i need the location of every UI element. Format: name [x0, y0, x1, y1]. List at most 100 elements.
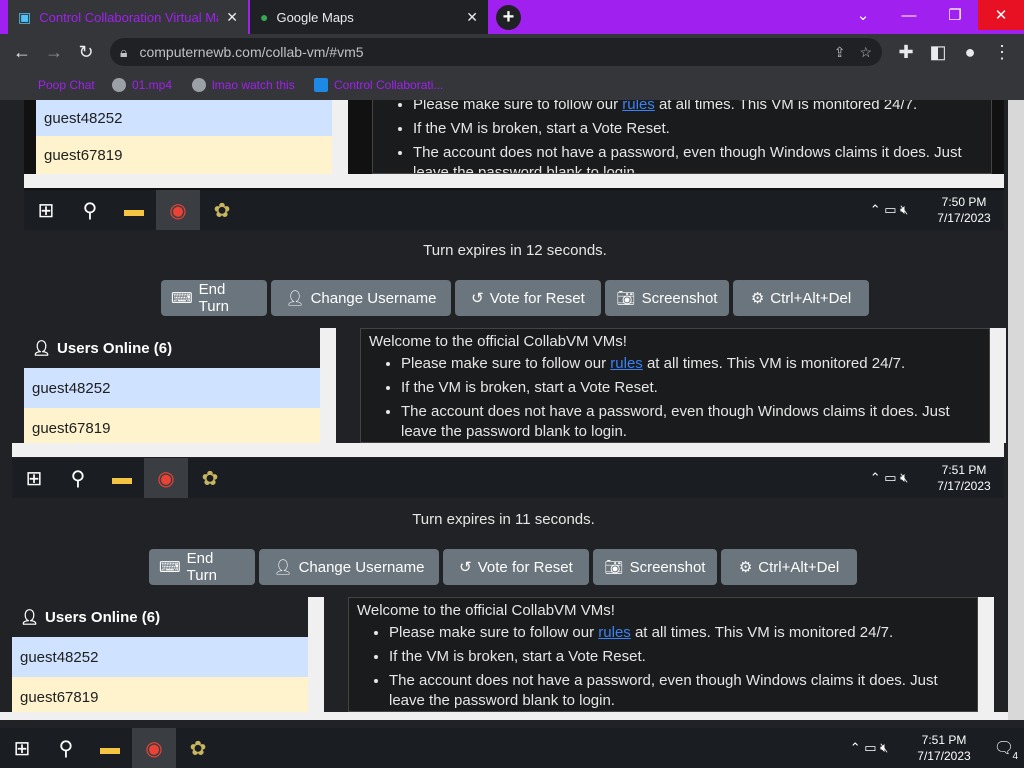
- rules-link[interactable]: rules: [622, 100, 655, 113]
- turn-status: Turn expires in 11 seconds.: [412, 511, 595, 528]
- ctrl-alt-del-button[interactable]: ⚙ Ctrl+Alt+Del: [733, 280, 869, 316]
- end-turn-button[interactable]: ⌨ End Turn: [149, 549, 255, 585]
- bookmark-item[interactable]: lmao watch this: [192, 70, 295, 100]
- user-row[interactable]: guest67819: [36, 136, 332, 174]
- user-row[interactable]: guest67819: [12, 677, 308, 712]
- close-window-button[interactable]: ✕: [978, 0, 1024, 30]
- bookmark-item[interactable]: 01.mp4: [112, 70, 172, 100]
- user-icon: 👤︎: [285, 290, 305, 307]
- horizontal-scrollbar[interactable]: [0, 712, 1008, 720]
- chat-welcome: Welcome to the official CollabVM VMs!: [369, 333, 627, 350]
- clock-time: 7:51 PM: [941, 463, 987, 477]
- chat-line: Please make sure to follow our rules at …: [401, 354, 981, 374]
- username: guest48252: [20, 648, 99, 666]
- rules-link[interactable]: rules: [598, 624, 631, 641]
- users-heading: 👤︎ Users Online (6): [20, 608, 161, 627]
- bonzi-icon[interactable]: ✿: [176, 728, 220, 768]
- monitor-icon: ▣: [18, 8, 32, 25]
- username: guest67819: [32, 419, 111, 437]
- file-explorer-icon[interactable]: ▬: [100, 458, 144, 498]
- user-row[interactable]: guest48252: [24, 368, 320, 408]
- bookmark-item[interactable]: Control Collaborati...: [314, 70, 443, 100]
- camera-icon: 📷︎: [616, 290, 636, 307]
- turn-status: Turn expires in 12 seconds.: [423, 242, 607, 259]
- share-icon[interactable]: ⇪: [834, 44, 846, 61]
- bonzi-icon[interactable]: ✿: [188, 458, 232, 498]
- chat-line: The account does not have a password, ev…: [401, 402, 981, 442]
- globe-icon: [112, 78, 126, 92]
- file-explorer-icon[interactable]: ▬: [112, 190, 156, 230]
- forward-button[interactable]: →: [42, 40, 66, 64]
- vote-reset-button[interactable]: ↺ Vote for Reset: [443, 549, 589, 585]
- windows-start-icon[interactable]: ⊞: [24, 190, 68, 230]
- ctrl-alt-del-button[interactable]: ⚙ Ctrl+Alt+Del: [721, 549, 857, 585]
- tray-icons[interactable]: ⌃ ▭ 🔇︎: [834, 728, 904, 768]
- clock-time: 7:50 PM: [941, 195, 987, 209]
- chat-line: If the VM is broken, start a Vote Reset.: [401, 378, 981, 398]
- user-row[interactable]: guest48252: [12, 637, 308, 677]
- screenshot-button[interactable]: 📷︎ Screenshot: [593, 549, 717, 585]
- clock[interactable]: 7:51 PM 7/17/2023: [924, 462, 1004, 494]
- new-tab-button[interactable]: +: [496, 5, 521, 30]
- extensions-icon[interactable]: ✚: [894, 40, 918, 64]
- users-scrollbar[interactable]: [320, 328, 336, 443]
- page-scrollbar[interactable]: [1008, 100, 1024, 720]
- gear-icon: ⚙: [738, 559, 753, 576]
- monitor-icon: [314, 78, 328, 92]
- username: guest48252: [32, 379, 111, 397]
- tray-icons[interactable]: ⌃ ▭ 🔇︎: [854, 458, 924, 498]
- user-row[interactable]: guest67819: [24, 408, 320, 443]
- tab-collabvm[interactable]: ▣ Control Collaboration Virtual Machine …: [8, 0, 248, 34]
- reload-button[interactable]: ↻: [74, 40, 98, 64]
- tab-search-button[interactable]: ⌄: [840, 0, 886, 30]
- chat-line: The account does not have a password, ev…: [413, 143, 983, 173]
- close-icon[interactable]: ✕: [466, 9, 478, 26]
- restore-button[interactable]: ❐: [932, 0, 978, 30]
- chat-scrollbar[interactable]: [990, 328, 1006, 443]
- end-turn-button[interactable]: ⌨ End Turn: [161, 280, 267, 316]
- clock[interactable]: 7:51 PM 7/17/2023: [904, 732, 984, 764]
- chat-scrollbar[interactable]: [978, 597, 994, 712]
- bookmark-item[interactable]: Poop Chat: [38, 70, 95, 100]
- file-explorer-icon[interactable]: ▬: [88, 728, 132, 768]
- chrome-icon[interactable]: ◉: [132, 728, 176, 768]
- notification-icon[interactable]: 🗨︎ 4: [984, 728, 1024, 768]
- user-list-scrollbar[interactable]: [332, 100, 348, 174]
- horizontal-scrollbar[interactable]: [24, 174, 1004, 188]
- map-pin-icon: ●: [260, 9, 269, 25]
- back-button[interactable]: ←: [10, 40, 34, 64]
- chat-welcome: Welcome to the official CollabVM VMs!: [357, 602, 615, 619]
- screenshot-button[interactable]: 📷︎ Screenshot: [605, 280, 729, 316]
- horizontal-scrollbar[interactable]: [12, 443, 1004, 457]
- bookmark-label: Control Collaborati...: [334, 78, 444, 92]
- side-panel-icon[interactable]: ◧: [926, 40, 950, 64]
- vote-reset-button[interactable]: ↺ Vote for Reset: [455, 280, 601, 316]
- windows-start-icon[interactable]: ⊞: [0, 728, 44, 768]
- chat-line: If the VM is broken, start a Vote Reset.: [413, 119, 983, 139]
- users-panel: 👤︎ Users Online (6) guest48252 guest67819: [12, 597, 308, 712]
- rules-link[interactable]: rules: [610, 355, 643, 372]
- change-username-button[interactable]: 👤︎ Change Username: [271, 280, 451, 316]
- close-icon[interactable]: ✕: [226, 9, 238, 26]
- host-taskbar: ⊞ ⚲ ▬ ◉ ✿ ⌃ ▭ 🔇︎ 7:51 PM 7/17/2023 🗨︎ 4: [0, 728, 1024, 768]
- menu-icon[interactable]: ⋮: [990, 40, 1014, 64]
- vm-viewport[interactable]: guest48252 guest67819 Please make sure t…: [0, 100, 1024, 720]
- profile-icon[interactable]: ●: [958, 40, 982, 64]
- tray-icons[interactable]: ⌃ ▭ 🔇︎: [854, 190, 924, 230]
- search-icon[interactable]: ⚲: [68, 190, 112, 230]
- star-icon[interactable]: ☆: [859, 44, 872, 61]
- users-scrollbar[interactable]: [308, 597, 324, 712]
- tab-google-maps[interactable]: ● Google Maps ✕: [250, 0, 488, 34]
- bonzi-icon[interactable]: ✿: [200, 190, 244, 230]
- search-icon[interactable]: ⚲: [44, 728, 88, 768]
- change-username-button[interactable]: 👤︎ Change Username: [259, 549, 439, 585]
- address-bar[interactable]: 🔒︎ computernewb.com/collab-vm/#vm5 ⇪ ☆: [110, 38, 882, 66]
- chrome-icon[interactable]: ◉: [144, 458, 188, 498]
- clock-time: 7:51 PM: [921, 733, 967, 747]
- chrome-icon[interactable]: ◉: [156, 190, 200, 230]
- windows-start-icon[interactable]: ⊞: [12, 458, 56, 498]
- user-row[interactable]: guest48252: [36, 100, 332, 136]
- search-icon[interactable]: ⚲: [56, 458, 100, 498]
- minimize-button[interactable]: —: [886, 0, 932, 30]
- clock[interactable]: 7:50 PM 7/17/2023: [924, 194, 1004, 226]
